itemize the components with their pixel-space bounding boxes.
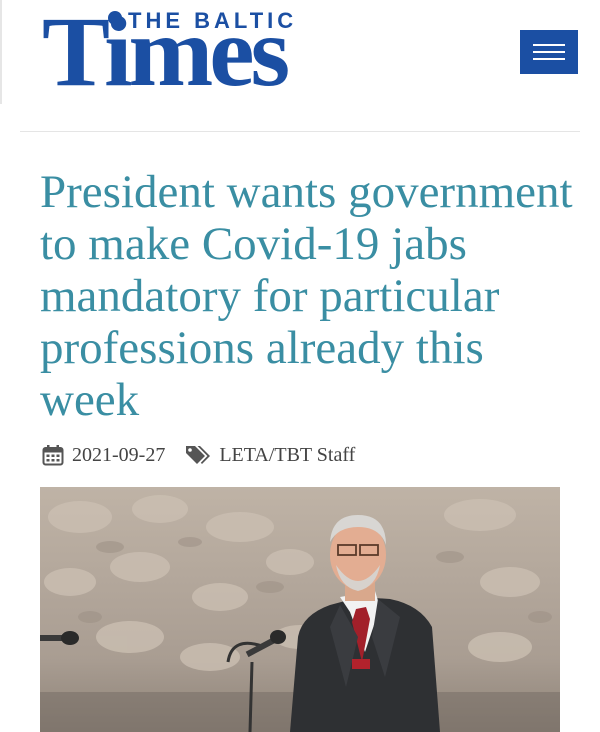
menu-button[interactable]: [520, 30, 578, 74]
article-headline: President wants government to make Covid…: [40, 166, 573, 426]
article-date: 2021-09-27: [72, 444, 166, 466]
header-divider: [20, 131, 580, 132]
article-author[interactable]: LETA/TBT Staff: [219, 440, 355, 470]
left-rule: [0, 0, 2, 104]
tags-icon: [185, 444, 211, 466]
logo-wordmark: Times: [42, 0, 290, 107]
site-logo[interactable]: THE BALTIC Times: [42, 0, 342, 106]
article-meta: 2021-09-27 LETA/TBT Staff: [42, 440, 355, 470]
article-photo: [40, 487, 560, 732]
calendar-icon: [42, 444, 64, 466]
